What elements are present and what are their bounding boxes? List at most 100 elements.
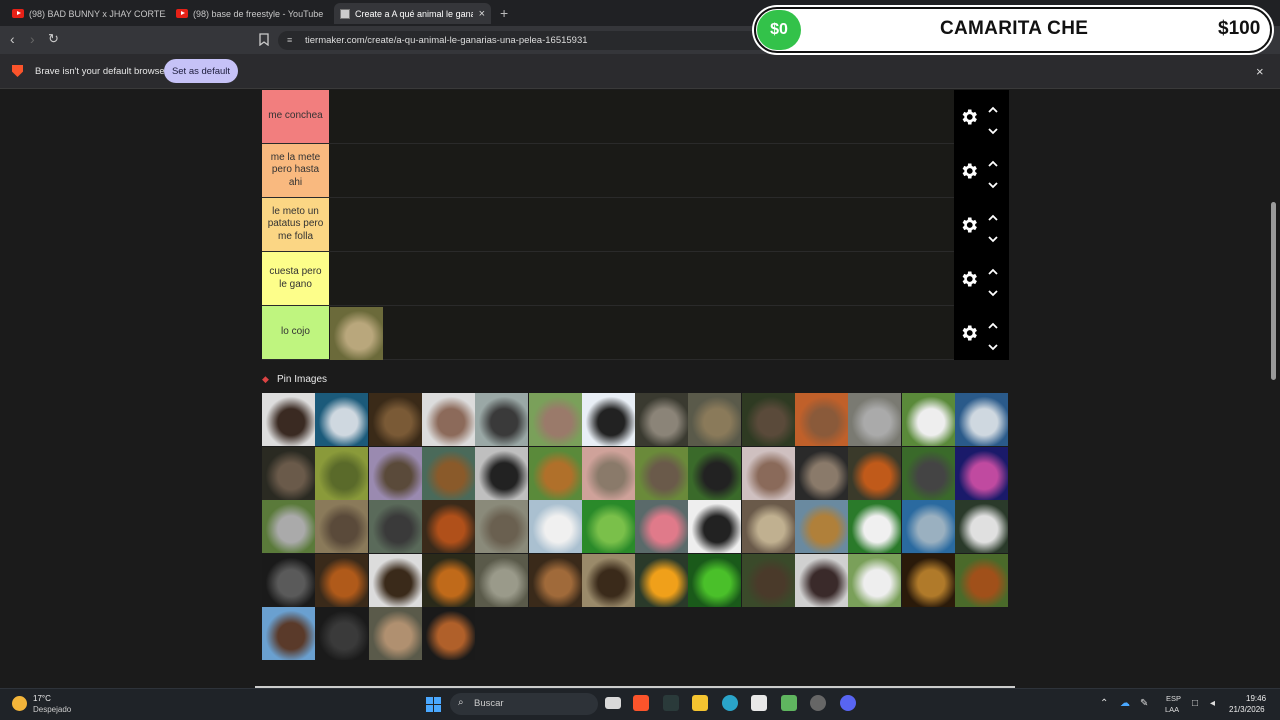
- terminal-icon[interactable]: [663, 695, 679, 711]
- octopus-image[interactable]: [954, 446, 1008, 500]
- frog-image[interactable]: [688, 553, 742, 607]
- gear-icon[interactable]: [959, 161, 979, 181]
- hyena-image[interactable]: [795, 446, 848, 500]
- panda-image[interactable]: [848, 500, 902, 553]
- koala-image[interactable]: [262, 500, 315, 553]
- edge-icon[interactable]: [722, 695, 738, 711]
- polar-bear-image[interactable]: [528, 500, 582, 553]
- rhinoceros-image[interactable]: [848, 393, 902, 446]
- volume-icon[interactable]: ◂: [1210, 698, 1215, 709]
- penguin-image[interactable]: [581, 393, 635, 446]
- chevron-up-icon[interactable]: [988, 155, 998, 167]
- horse-image[interactable]: [315, 553, 369, 607]
- brave-taskbar-icon[interactable]: [633, 695, 649, 711]
- taskbar-search[interactable]: Buscar: [450, 693, 598, 715]
- gear-icon[interactable]: [959, 323, 979, 343]
- wolverine-image[interactable]: [741, 553, 795, 607]
- deer-image[interactable]: [421, 446, 475, 500]
- tortoise-image[interactable]: [635, 446, 689, 500]
- flamingo-image[interactable]: [635, 500, 689, 553]
- gear-icon[interactable]: [959, 107, 979, 127]
- tray-chevron-icon[interactable]: ⌃: [1100, 698, 1108, 709]
- tier-drop-zone[interactable]: [330, 198, 954, 251]
- tier-label[interactable]: cuesta pero le gano: [262, 252, 329, 305]
- porcupine-image[interactable]: [581, 553, 635, 607]
- chameleon-image[interactable]: [315, 446, 369, 500]
- fox-image[interactable]: [848, 446, 902, 500]
- walrus-image[interactable]: [421, 393, 475, 446]
- eagle-image[interactable]: [368, 553, 422, 607]
- orangutan-image[interactable]: [421, 500, 475, 553]
- onedrive-icon[interactable]: ☁: [1120, 698, 1130, 709]
- gorilla-image[interactable]: [688, 446, 742, 500]
- python-image[interactable]: [688, 393, 742, 446]
- language-indicator[interactable]: ESP: [1166, 694, 1181, 703]
- gear-icon[interactable]: [959, 269, 979, 289]
- alligator-image[interactable]: [475, 553, 529, 607]
- gear-icon[interactable]: [959, 215, 979, 235]
- parrot-image[interactable]: [581, 500, 635, 553]
- whale-image[interactable]: [315, 393, 369, 446]
- back-icon[interactable]: ‹: [10, 31, 15, 47]
- crow-image[interactable]: [475, 446, 529, 500]
- task-view-icon[interactable]: [605, 697, 621, 709]
- sloth-image[interactable]: [330, 307, 383, 360]
- minecraft-icon[interactable]: [781, 695, 797, 711]
- toucan-image[interactable]: [635, 553, 689, 607]
- tier-label[interactable]: le meto un patatus pero me folla: [262, 198, 329, 251]
- windows-start-icon[interactable]: [426, 697, 441, 712]
- tier-drop-zone[interactable]: [330, 306, 954, 359]
- rabbit-image[interactable]: [954, 500, 1008, 553]
- reload-icon[interactable]: ↻: [48, 31, 59, 47]
- file-explorer-icon[interactable]: [692, 695, 708, 711]
- anteater-image[interactable]: [901, 446, 955, 500]
- boar-image[interactable]: [368, 500, 422, 553]
- cow-image[interactable]: [901, 393, 955, 446]
- clock-date[interactable]: 21/3/2026: [1229, 705, 1265, 714]
- scorpion-image[interactable]: [262, 393, 315, 446]
- app-icon[interactable]: [810, 695, 826, 711]
- tab-freestyle[interactable]: (98) base de freestyle - YouTube: [170, 3, 330, 24]
- set-as-default-button[interactable]: Set as default: [164, 59, 238, 83]
- elephant-image[interactable]: [635, 393, 689, 446]
- close-icon[interactable]: ×: [1256, 64, 1264, 79]
- kangaroo-image[interactable]: [528, 393, 582, 446]
- owl-image[interactable]: [741, 500, 795, 553]
- ostrich-image[interactable]: [475, 393, 529, 446]
- discord-icon[interactable]: [840, 695, 856, 711]
- dolphin-image[interactable]: [901, 500, 955, 553]
- bear-image[interactable]: [368, 393, 422, 446]
- chevron-up-icon[interactable]: [988, 101, 998, 113]
- crocodile-head-image[interactable]: [262, 446, 315, 500]
- chevron-up-icon[interactable]: [988, 317, 998, 329]
- tier-label[interactable]: me conchea: [262, 90, 329, 143]
- pin-icon[interactable]: ◆: [262, 374, 269, 385]
- moon-weather-icon[interactable]: [12, 696, 27, 711]
- chevron-down-icon[interactable]: [988, 338, 998, 351]
- network-icon[interactable]: □: [1192, 698, 1198, 709]
- zebra-image[interactable]: [688, 500, 742, 553]
- meerkat-image[interactable]: [795, 393, 848, 446]
- chevron-down-icon[interactable]: [988, 122, 998, 135]
- tab-tiermaker[interactable]: Create a A qué animal le ganarías ×: [334, 3, 491, 24]
- giraffe-image[interactable]: [795, 500, 848, 553]
- chevron-down-icon[interactable]: [988, 230, 998, 243]
- orangutan-2-image[interactable]: [421, 607, 475, 660]
- keyboard-layout-indicator[interactable]: LAA: [1165, 705, 1179, 714]
- site-settings-icon[interactable]: ≡: [287, 35, 292, 45]
- squirrel-image[interactable]: [528, 446, 582, 500]
- wolf-image[interactable]: [262, 553, 315, 607]
- clock-time[interactable]: 19:46: [1246, 694, 1266, 703]
- chevron-down-icon[interactable]: [988, 284, 998, 297]
- shark-image[interactable]: [954, 393, 1008, 446]
- chevron-up-icon[interactable]: [988, 209, 998, 221]
- tarantula-image[interactable]: [795, 553, 848, 607]
- bat-image[interactable]: [262, 607, 315, 660]
- tier-label[interactable]: lo cojo: [262, 306, 329, 359]
- tier-drop-zone[interactable]: [330, 252, 954, 305]
- lions-image[interactable]: [528, 553, 582, 607]
- tier-label[interactable]: me la mete pero hasta ahi: [262, 144, 329, 197]
- pen-icon[interactable]: ✎: [1140, 698, 1148, 709]
- store-icon[interactable]: [751, 695, 767, 711]
- forward-icon[interactable]: ›: [30, 31, 35, 47]
